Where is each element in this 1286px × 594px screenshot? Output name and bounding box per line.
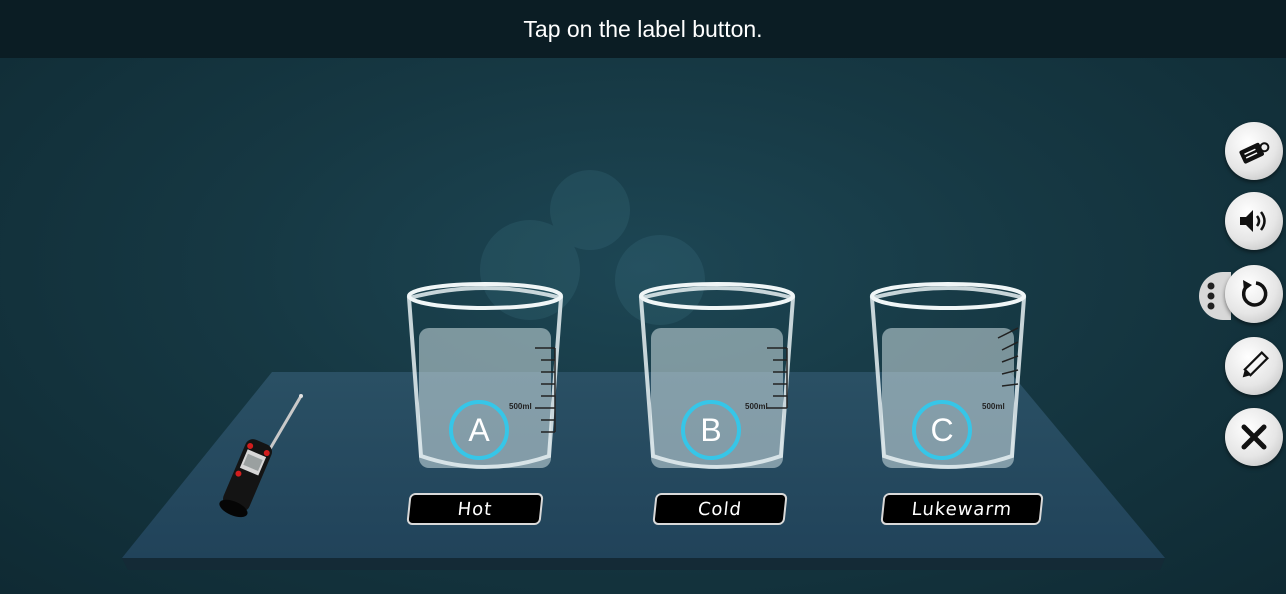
audio-button[interactable] [1225,192,1283,250]
speaker-icon [1240,210,1266,232]
close-button[interactable] [1225,408,1283,466]
beaker-c[interactable]: 500ml C [868,278,1028,474]
pencil-button[interactable] [1225,337,1283,395]
label-button-cold[interactable]: Cold [652,493,788,525]
label-tag-icon [1239,142,1270,164]
reset-icon [1241,280,1268,307]
close-icon [1241,424,1267,450]
pencil-icon [1242,351,1269,378]
volume-label: 500ml [982,402,1005,411]
beaker-letter-b: B [681,400,741,460]
beaker-letter-a: A [449,400,509,460]
volume-label: 500ml [745,402,768,411]
label-button-lukewarm[interactable]: Lukewarm [880,493,1044,525]
beaker-a[interactable]: 500ml A [405,278,565,474]
reset-button[interactable] [1225,265,1283,323]
label-button-hot[interactable]: Hot [406,493,544,525]
beaker-letter-c: C [912,400,972,460]
more-vertical-icon [1207,282,1215,310]
digital-thermometer[interactable] [205,392,315,522]
label-tag-button[interactable] [1225,122,1283,180]
volume-label: 500ml [509,402,532,411]
beaker-b[interactable]: 500ml B [637,278,797,474]
